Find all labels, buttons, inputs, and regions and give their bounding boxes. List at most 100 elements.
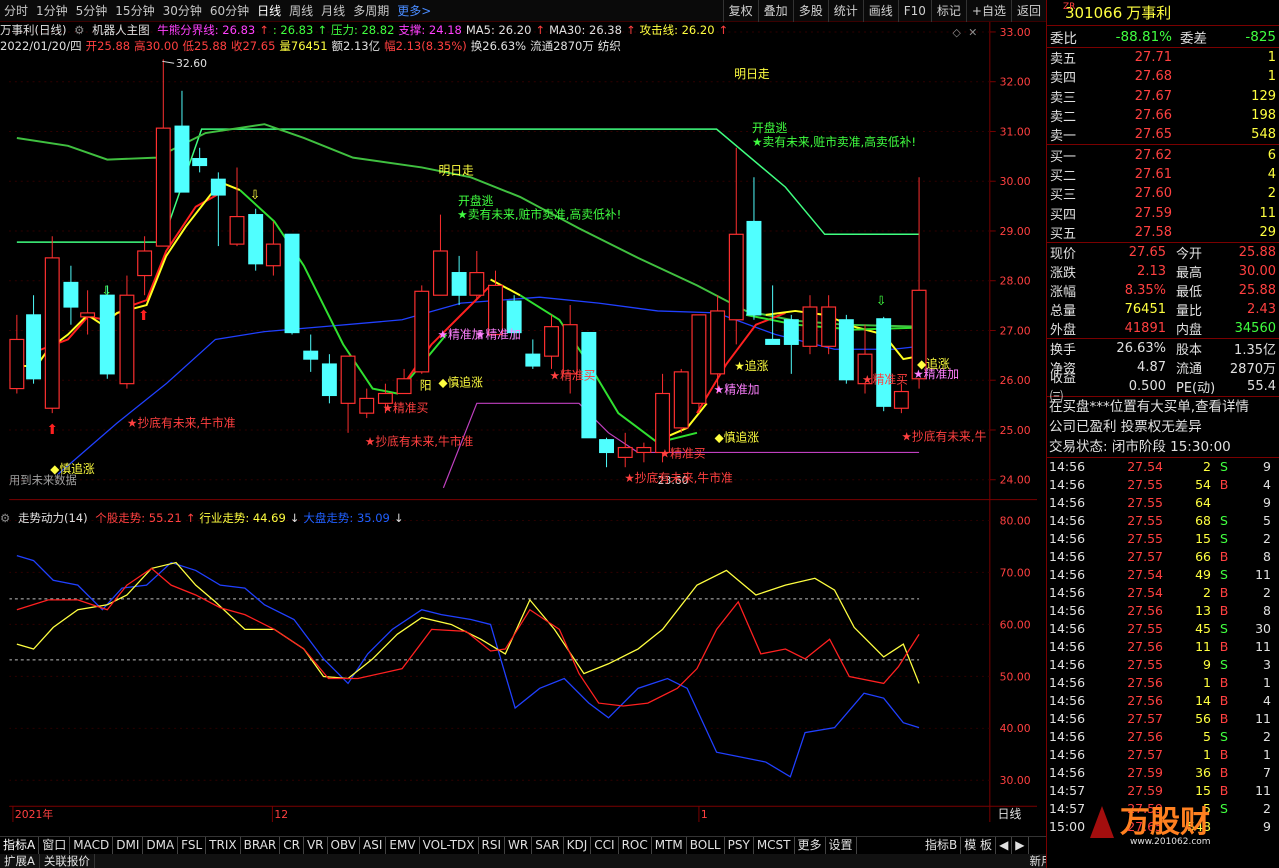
indicator-tab[interactable]: TRIX (206, 837, 241, 854)
tick-list[interactable]: 14:56 27.54 2 S 9 14:56 27.55 54 B 4 14:56 27.55 64 9… (1047, 458, 1279, 836)
status-tab[interactable]: 扩展A (0, 854, 40, 868)
indicator-tab[interactable]: ROC (619, 837, 652, 854)
indicator-tab[interactable]: OBV (328, 837, 361, 854)
tick-price: 27.56 (1127, 675, 1163, 691)
period-tab[interactable]: 更多> (393, 0, 435, 22)
indicator-tab[interactable]: MCST (754, 837, 795, 854)
stock-title[interactable]: 万事利(日线) (0, 23, 66, 37)
indicator-tab[interactable]: CCI (591, 837, 619, 854)
stat-value: 30.00 (1238, 263, 1276, 279)
info-message: 交易状态: 闭市阶段 15:30:00 (1049, 438, 1231, 455)
toolbar-action-button[interactable]: 统计 (827, 0, 863, 22)
order-row: 买二 27.61 4 (1047, 165, 1279, 184)
y-tick-label: 27.00 (1000, 324, 1031, 337)
toolbar-action-button[interactable]: +自选 (965, 0, 1011, 22)
indicator-tab[interactable]: FSL (178, 837, 207, 854)
indicator-tab[interactable]: 窗口 (39, 837, 71, 854)
order-label: 买一 (1050, 149, 1077, 165)
period-tab[interactable]: 30分钟 (159, 0, 206, 22)
toolbar-action-button[interactable]: 返回 (1010, 0, 1046, 22)
zr-badge: ZR (1063, 2, 1076, 12)
period-tab[interactable]: 日线 (253, 0, 285, 22)
candle-body (562, 324, 578, 375)
indicator-tab[interactable]: DMI (113, 837, 144, 854)
add-label-3: ★精准加 (714, 382, 760, 396)
toolbar-action-button[interactable]: 多股 (792, 0, 828, 22)
sub-chart-title[interactable]: 走势动力(14) (18, 511, 88, 525)
chase-label-4: ★追涨 (734, 359, 768, 373)
stock-name: 万事利 (1126, 4, 1172, 22)
indicator-tab[interactable]: SAR (532, 837, 564, 854)
kline-chart[interactable]: 33.00 32.00 31.00 30.00 29.00 28.00 27.00 26.00… (0, 22, 1046, 822)
indicator-tab[interactable]: 设置 (826, 837, 857, 854)
indicator-tab-right[interactable]: ◀ (996, 837, 1013, 854)
indicator-tab[interactable]: KDJ (564, 837, 592, 854)
tick-row: 14:56 27.55 54 B 4 (1047, 476, 1279, 494)
close-icon[interactable]: ✕ (968, 26, 977, 39)
open-escape-label-2: 开盘逃 (752, 121, 788, 135)
indicator-tab[interactable]: ASI (360, 837, 387, 854)
sub-chart-header: ⚙ 走势动力(14) 个股走势: 55.21 ↑ 行业走势: 44.69 ↓ 大盘走势:… (0, 510, 412, 526)
tick-time: 14:56 (1049, 495, 1086, 511)
stat-value: 1.35亿 (1234, 342, 1276, 358)
toolbar-action-button[interactable]: 标记 (930, 0, 966, 22)
tick-direction: B (1219, 639, 1229, 655)
toolbar-action-button[interactable]: 画线 (862, 0, 898, 22)
indicator-tab-right[interactable]: 指标B (922, 837, 962, 854)
indicator-tab[interactable]: EMV (386, 837, 420, 854)
period-tab[interactable]: 分时 (0, 0, 32, 22)
indicator-tab[interactable]: VOL-TDX (420, 837, 479, 854)
indicator-tab[interactable]: PSY (725, 837, 754, 854)
tick-price: 27.59 (1127, 783, 1163, 799)
toolbar-action-button[interactable]: 叠加 (757, 0, 793, 22)
info-message[interactable]: 在买盘***位置有大买单,查看详情 (1047, 397, 1279, 417)
period-tab[interactable]: 1分钟 (32, 0, 72, 22)
tick-row: 14:56 27.55 9 S 3 (1047, 656, 1279, 674)
indicator-tab[interactable]: WR (505, 837, 533, 854)
status-tab[interactable]: 关联报价 (40, 854, 95, 868)
indicator-tab[interactable]: MTM (652, 837, 687, 854)
indicator-tab[interactable]: 更多 (795, 837, 826, 854)
period-tab[interactable]: 周线 (285, 0, 317, 22)
gear-icon[interactable]: ⚙ (0, 511, 10, 525)
indicator-tab[interactable]: BOLL (687, 837, 725, 854)
main-indicator-name[interactable]: 机器人主图 (92, 23, 150, 37)
toolbar-action-button[interactable]: 复权 (722, 0, 758, 22)
ohlc-value: 纺织 (597, 39, 621, 53)
indicator-tab[interactable]: BRAR (241, 837, 281, 854)
tick-row: 14:56 27.54 49 S 11 (1047, 566, 1279, 584)
sell-orders: 卖五 27.71 1 卖四 27.68 1 卖三 27.67 129 卖二 27.66 198 卖一 27… (1047, 48, 1279, 146)
period-tab[interactable]: 5分钟 (72, 0, 112, 22)
tick-time: 14:56 (1049, 549, 1086, 565)
indicator-tab-right[interactable]: ▶ (1012, 837, 1029, 854)
order-label: 买四 (1050, 207, 1077, 223)
indicator-tab[interactable]: 指标A (0, 837, 40, 854)
period-tab[interactable]: 月线 (317, 0, 349, 22)
indicator-tab[interactable]: DMA (143, 837, 179, 854)
weibi-label: 委比 (1050, 30, 1077, 47)
tick-direction: B (1219, 693, 1229, 709)
indicator-tab[interactable]: RSI (479, 837, 506, 854)
candle-body (432, 250, 448, 296)
tick-price: 27.55 (1127, 657, 1163, 673)
watermark-text: 万股财 (1120, 805, 1210, 840)
gear-icon[interactable]: ⚙ (74, 23, 84, 37)
tick-row: 14:56 27.55 68 S 5 (1047, 512, 1279, 530)
toolbar-action-button[interactable]: F10 (897, 0, 931, 22)
period-tab[interactable]: 60分钟 (206, 0, 253, 22)
period-tab[interactable]: 多周期 (349, 0, 393, 22)
tick-count: 2 (1263, 585, 1271, 601)
tick-time: 14:56 (1049, 567, 1086, 583)
indicator-tab[interactable]: CR (280, 837, 304, 854)
tick-direction: S (1220, 567, 1228, 583)
ohlc-value: 收27.65 (230, 39, 276, 53)
tick-time: 14:56 (1049, 657, 1086, 673)
indicator-tab[interactable]: VR (304, 837, 328, 854)
tick-count: 1 (1263, 747, 1271, 763)
indicator-tab-right[interactable]: 模 板 (961, 837, 997, 854)
stat-label: 换手 (1050, 342, 1077, 358)
period-tab[interactable]: 15分钟 (111, 0, 158, 22)
candle-body (469, 272, 485, 296)
indicator-tab[interactable]: MACD (70, 837, 114, 854)
diamond-icon[interactable]: ◇ (952, 26, 961, 39)
